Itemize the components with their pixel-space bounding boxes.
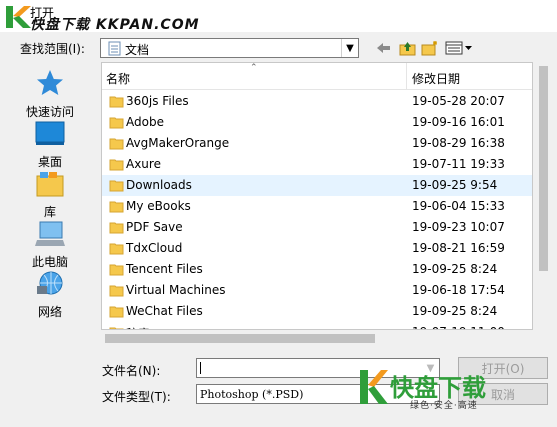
scrollbar-thumb[interactable]: [105, 334, 375, 343]
brand-slogan: 绿色·安全·高速: [410, 401, 478, 411]
place-network[interactable]: 网络: [8, 270, 92, 320]
folder-icon: [109, 96, 124, 108]
file-name: Virtual Machines: [126, 283, 226, 297]
kkpan-logo-icon: [6, 6, 31, 28]
folder-icon: [109, 159, 124, 171]
horizontal-scrollbar[interactable]: [101, 330, 533, 347]
folder-icon: [109, 222, 124, 234]
place-quick-access[interactable]: 快速访问: [8, 68, 92, 120]
filetype-value: Photoshop (*.PSD): [200, 388, 304, 401]
look-in-label: 查找范围(I):: [20, 42, 85, 56]
file-name: Downloads: [126, 178, 192, 192]
places-bar: 快速访问 桌面 库 此电脑 网络: [0, 64, 100, 330]
list-item[interactable]: Axure 19-07-11 19:33: [102, 154, 532, 175]
file-name: PDF Save: [126, 220, 183, 234]
folder-icon: [109, 117, 124, 129]
list-item[interactable]: PDF Save 19-09-23 10:07: [102, 217, 532, 238]
place-label: 库: [43, 205, 56, 219]
file-name: Axure: [126, 157, 161, 171]
file-name: AvgMakerOrange: [126, 136, 230, 150]
folder-icon: [109, 243, 124, 255]
scrollbar-thumb[interactable]: [539, 66, 548, 271]
text-caret: [200, 362, 201, 374]
file-name: WeChat Files: [126, 304, 203, 318]
computer-icon: [35, 221, 65, 246]
list-item[interactable]: Virtual Machines 19-06-18 17:54: [102, 280, 532, 301]
place-label: 快速访问: [25, 105, 74, 119]
look-in-value: 文档: [125, 43, 150, 57]
file-date: 19-06-18 17:54: [412, 283, 505, 297]
file-date: 19-09-25 8:24: [412, 262, 498, 276]
file-date: 19-09-25 9:54: [412, 178, 498, 192]
list-item[interactable]: My eBooks 19-06-04 15:33: [102, 196, 532, 217]
list-item[interactable]: AvgMakerOrange 19-08-29 16:38: [102, 133, 532, 154]
sort-ascending-icon: ⌃: [250, 63, 258, 73]
folder-icon: [109, 285, 124, 297]
folder-icon: [109, 201, 124, 213]
folder-icon: [109, 180, 124, 192]
column-header-date[interactable]: 修改日期: [412, 70, 460, 87]
column-header-name[interactable]: 名称: [106, 70, 130, 87]
place-desktop[interactable]: 桌面: [8, 120, 92, 170]
file-date: 19-08-29 16:38: [412, 136, 505, 150]
file-date: 19-08-21 16:59: [412, 241, 505, 255]
list-item[interactable]: Adobe 19-09-16 16:01: [102, 112, 532, 133]
file-list[interactable]: 名称 ⌃ 修改日期 360js Files 19-05-28 20:07 Adobe…: [101, 62, 533, 330]
title-bar: 打开 快盘下载 KKPAN.COM: [0, 0, 557, 33]
new-folder-icon[interactable]: [420, 39, 440, 57]
up-folder-icon[interactable]: [397, 39, 417, 57]
folder-icon: [109, 138, 124, 150]
vertical-scrollbar[interactable]: [535, 62, 552, 330]
list-item[interactable]: Tencent Files 19-09-25 8:24: [102, 259, 532, 280]
place-this-pc[interactable]: 此电脑: [8, 220, 92, 270]
place-label: 桌面: [37, 155, 62, 169]
documents-folder-icon: [108, 41, 121, 56]
list-item[interactable]: WeChat Files 19-09-25 8:24: [102, 301, 532, 322]
star-icon: [37, 70, 63, 95]
look-in-combobox[interactable]: 文档 ▼: [100, 38, 359, 58]
file-name: TdxCloud: [126, 241, 183, 255]
chevron-down-icon[interactable]: ▼: [341, 39, 358, 57]
file-rows: 360js Files 19-05-28 20:07 Adobe 19-09-16 1…: [102, 91, 532, 329]
folder-icon: [109, 306, 124, 318]
place-label: 此电脑: [31, 255, 68, 269]
file-date: 19-09-25 8:24: [412, 304, 498, 318]
list-item[interactable]: TdxCloud 19-08-21 16:59: [102, 238, 532, 259]
place-library[interactable]: 库: [8, 170, 92, 220]
file-date: 19-09-16 16:01: [412, 115, 505, 129]
file-date: 19-05-28 20:07: [412, 94, 505, 108]
list-item[interactable]: 360js Files 19-05-28 20:07: [102, 91, 532, 112]
column-divider[interactable]: [406, 63, 407, 90]
filetype-label: 文件类型(T):: [102, 390, 171, 404]
watermark-text: 快盘下载 KKPAN.COM: [30, 17, 200, 33]
back-arrow-icon[interactable]: [375, 39, 393, 57]
file-date: 19-06-04 15:33: [412, 199, 505, 213]
kkpan-k-logo-icon: [360, 370, 388, 404]
list-item[interactable]: Downloads 19-09-25 9:54: [102, 175, 532, 196]
file-name: My eBooks: [126, 199, 191, 213]
file-date: 19-07-11 19:33: [412, 157, 505, 171]
desktop-icon: [35, 121, 65, 145]
place-label: 网络: [37, 305, 62, 319]
library-icon: [36, 172, 64, 197]
file-date: 19-09-23 10:07: [412, 220, 505, 234]
file-name: 360js Files: [126, 94, 189, 108]
file-name: Tencent Files: [126, 262, 203, 276]
view-menu-icon[interactable]: [444, 39, 474, 57]
filename-label: 文件名(N):: [102, 364, 161, 378]
brand-watermark: 快盘下载 绿色·安全·高速: [358, 368, 530, 414]
network-icon: [37, 271, 63, 295]
file-name: Adobe: [126, 115, 164, 129]
list-item[interactable]: 稿意19-07-19 11:00: [102, 322, 532, 329]
folder-icon: [109, 264, 124, 276]
file-list-header: 名称 ⌃ 修改日期: [102, 63, 532, 90]
